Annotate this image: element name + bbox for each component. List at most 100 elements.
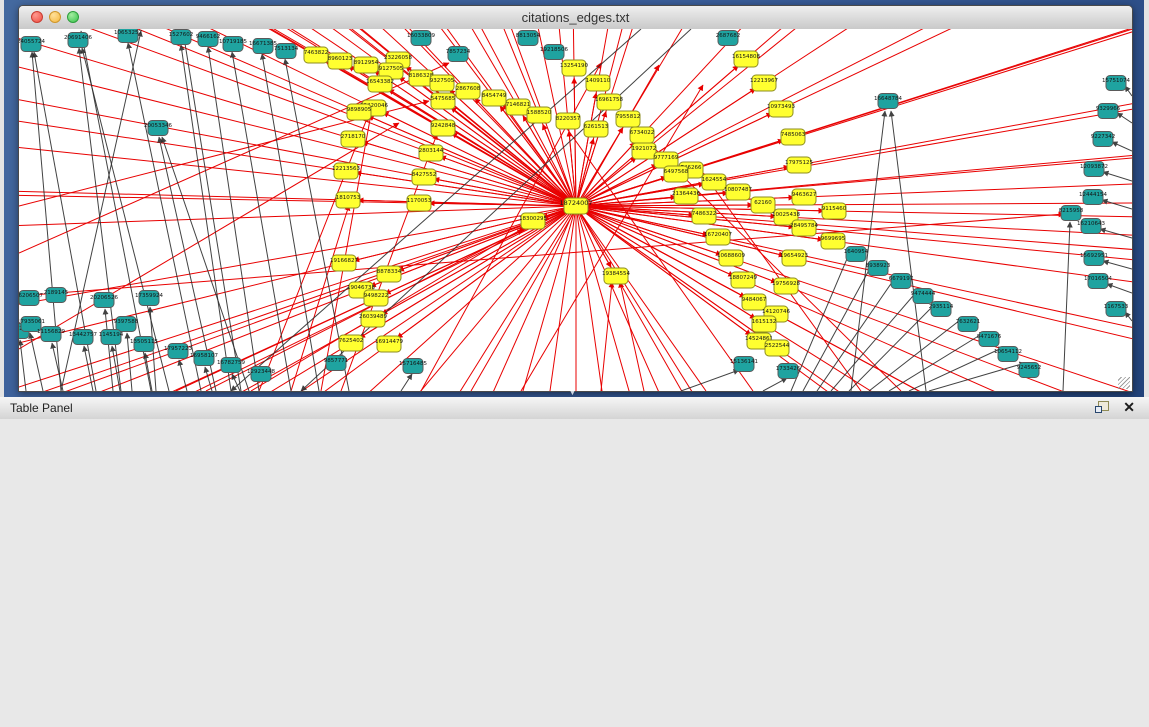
graph-node-label: 13442757 [69,332,97,338]
graph-node-label: 2935114 [929,304,954,310]
graph-node-label: 1145194 [99,332,124,338]
application-window: { "window": { "title": "citations_edges.… [0,0,1149,727]
window-title: citations_edges.txt [19,10,1132,25]
graph-node-label: 9898905 [347,107,372,113]
graph-node-label: 9245652 [1017,365,1042,371]
graph-node-label: 7632621 [956,319,981,325]
graph-node-label: 10654112 [994,349,1022,355]
graph-node-label: 7625402 [339,338,364,344]
graph-node-label: 16958107 [190,353,218,359]
graph-node-label: 1167533 [1104,304,1129,310]
graph-node-label: 1810753 [336,195,361,201]
graph-node-label: 17935061 [19,319,45,325]
graph-node-label: 14120746 [762,309,790,315]
graph-node-label: 5475685 [431,96,456,102]
graph-node-label: 16648784 [874,96,902,102]
graph-node-label: 17957223 [164,346,192,352]
graph-node-label: 17016504 [1084,276,1112,282]
graph-node-label: 10973493 [767,104,795,110]
graph-node-label: 9327505 [430,78,455,84]
graph-node-label: 11156829 [37,329,65,335]
table-panel-title: Table Panel [10,401,73,415]
network-desktop: citations_edges.txt 18724007746382289601… [4,0,1144,397]
graph-node-label: 9777169 [654,155,679,161]
graph-node-label: 8960123 [328,56,353,62]
split-pane-handle[interactable]: ▼ [569,390,576,397]
graph-node-label: 9484067 [742,297,767,303]
graph-node-label: 13254190 [560,63,588,69]
graph-node-label: 16033809 [407,33,435,39]
graph-node-label: 12093872 [1080,164,1108,170]
graph-node-label: 2803144 [419,148,444,154]
graph-node-label: 12213967 [750,78,778,84]
graph-node-label: 6734022 [630,130,655,136]
graph-node-label: 2718170 [341,134,366,140]
graph-node-label: 19218506 [540,47,568,53]
graph-node-label: 10807487 [724,187,752,193]
graph-node-label: 8215958 [1059,208,1084,214]
graph-node-label: 16720407 [704,232,732,238]
graph-node-label: 2867608 [456,86,481,92]
graph-node-label: 2687682 [716,33,741,39]
graph-node-label: 1921072 [632,146,657,152]
graph-node-label: 6679197 [889,276,914,282]
network-view-window[interactable]: citations_edges.txt 18724007746382289601… [18,5,1133,392]
table-panel-body: ⚙ ✔ ✔ ✕ f(x) citations_edges.txt namein_… [0,419,1149,727]
resize-grip-icon[interactable] [1118,377,1130,389]
graph-node-label: 7486322 [692,211,717,217]
graph-node-label: 28495784 [790,223,818,229]
graph-node-label: 15136141 [730,359,758,365]
graph-node-label: 12213563 [332,166,360,172]
graph-node-label: 15716485 [399,361,427,367]
graph-node-label: 20691406 [64,35,92,41]
window-titlebar[interactable]: citations_edges.txt [19,6,1132,30]
network-canvas[interactable]: 1872400774638228960123891295423226058912… [19,29,1132,391]
graph-node-label: 16210643 [1077,221,1105,227]
graph-node-label: 9474444 [911,291,936,297]
graph-node-label: 26206507 [19,293,43,299]
graph-node-label: 13505115 [130,339,158,345]
graph-node-label: 1409110 [586,78,611,84]
graph-node-label: 9227342 [1091,134,1116,140]
graph-node-label: 8220357 [556,116,581,122]
graph-node-label: 9127505 [379,66,404,72]
graph-node-label: 16914479 [375,339,403,345]
graph-node-label: 10719185 [219,39,247,45]
graph-node-label: 16543382 [366,79,394,85]
graph-node-label: 9857771 [324,358,349,364]
graph-node-label: 21364436 [672,191,700,197]
graph-node-label: 9242848 [431,123,456,129]
graph-node-label: 1588520 [527,110,552,116]
graph-node-label: 8912954 [354,60,379,66]
graph-node-label: 8813054 [516,33,541,39]
graph-node-label: 12444154 [1079,192,1107,198]
graph-node-label: 16961758 [595,97,623,103]
graph-node-label: 8454749 [482,93,507,99]
close-panel-icon[interactable]: ✕ [1123,399,1135,415]
float-panel-icon[interactable] [1095,401,1109,414]
graph-node-label: 8471676 [977,334,1002,340]
graph-node-label: 10688609 [717,253,745,259]
graph-node-label: 8878334 [377,269,402,275]
graph-node-label: 1170053 [407,198,432,204]
table-panel-titlebar: Table Panel ✕ [0,397,1149,420]
graph-node-label: 18300295 [519,216,547,222]
graph-node-label: 19384554 [602,271,630,277]
graph-node-label: 19756928 [772,281,800,287]
graph-node-label: 7955812 [616,114,641,120]
graph-node-label: 9329966 [1096,106,1121,112]
graph-node-label: 17975125 [785,160,813,166]
graph-node-label: 23226058 [384,55,412,61]
graph-node-label: 15751074 [1102,78,1130,84]
graph-node-label: 12923448 [247,369,275,375]
graph-node-label: 9115460 [822,206,847,212]
graph-node-label: 26039489 [359,314,387,320]
graph-node-label: 1624554 [702,177,727,183]
graph-node-label: 6261513 [584,124,609,130]
graph-node-label: 19654923 [780,253,808,259]
graph-node-label: 9466162 [196,34,221,40]
citation-network-graph[interactable]: 1872400774638228960123891295423226058912… [19,29,1132,391]
graph-node-label: 7857234 [446,49,471,55]
graph-node-label: 2189145 [44,290,69,296]
graph-node-label: 1527602 [169,32,194,38]
